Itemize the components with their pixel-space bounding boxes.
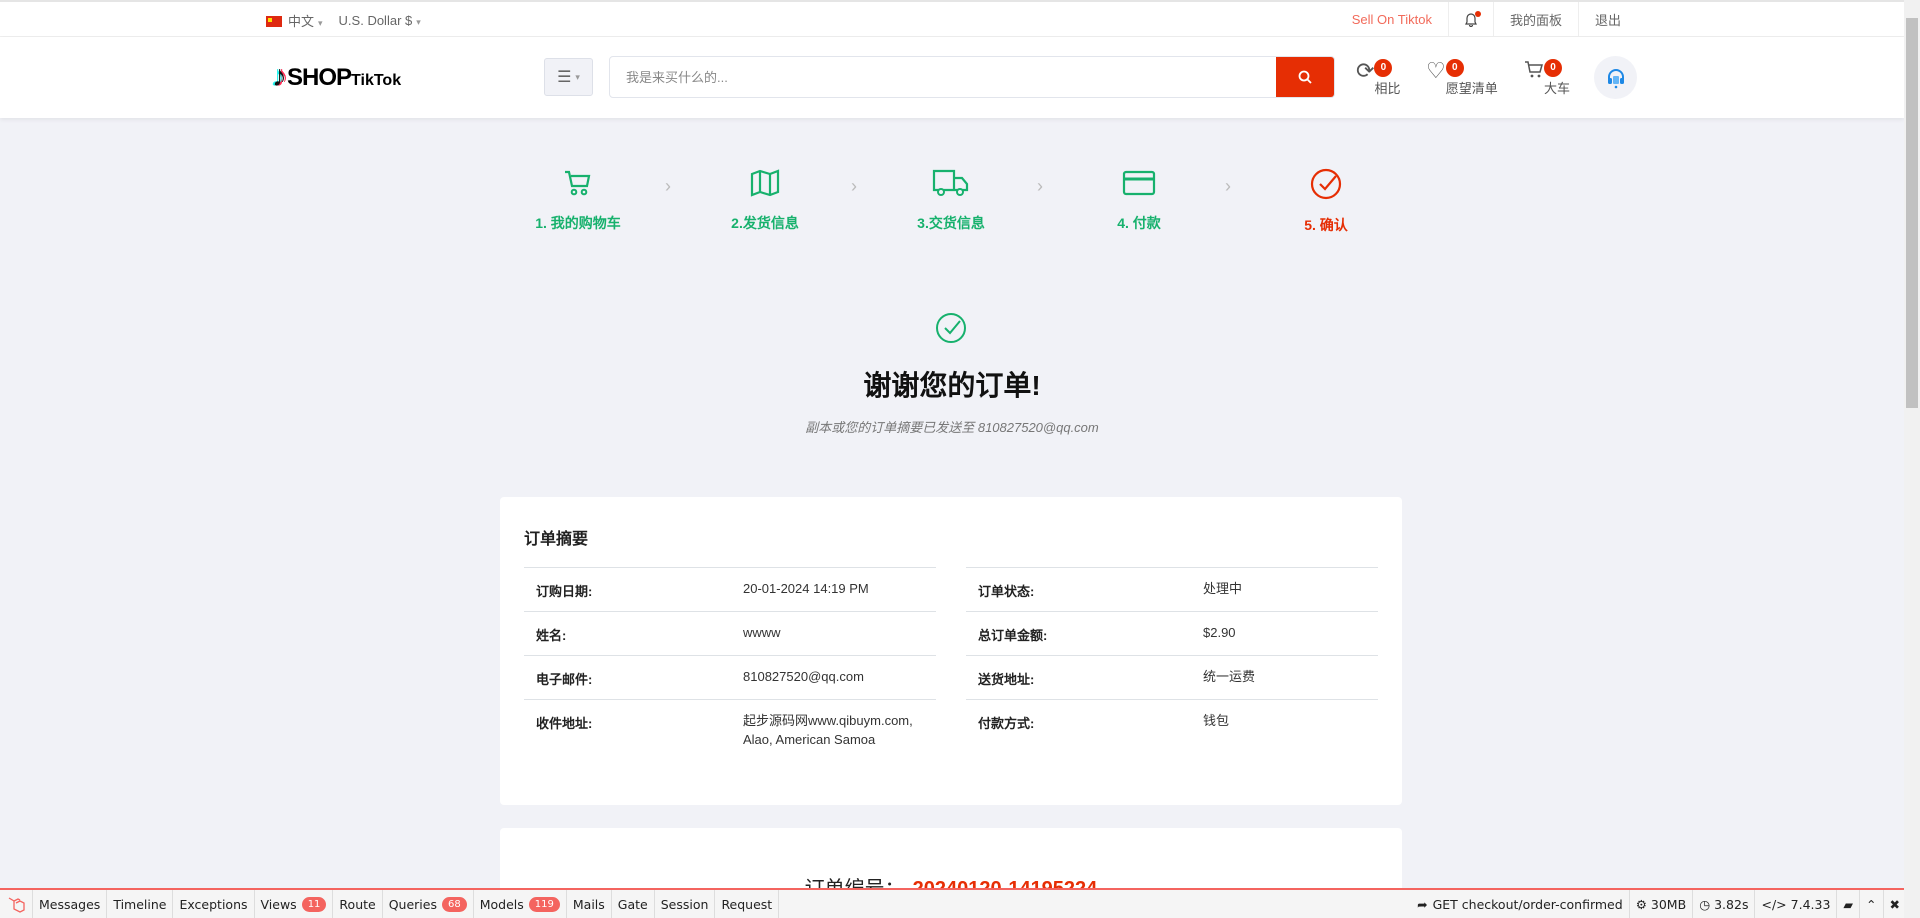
step-delivery-info: 3.交货信息 <box>871 168 1031 233</box>
count-badge: 68 <box>442 896 467 912</box>
wishlist-button[interactable]: ♡ 0 愿望清单 <box>1426 59 1498 97</box>
compare-button[interactable]: ⟳ 0 相比 <box>1356 59 1400 97</box>
order-summary-title: 订单摘要 <box>524 531 589 548</box>
dashboard-link[interactable]: 我的面板 <box>1492 2 1578 37</box>
cart-icon <box>565 170 591 196</box>
sell-link[interactable]: Sell On Tiktok <box>1336 2 1448 37</box>
heart-icon: ♡ <box>1426 58 1446 83</box>
header: ♪SHOPTikTok ☰▾ ⟳ 0相比 ♡ 0愿望清单 0大车 <box>0 37 1904 118</box>
open-folder-button[interactable]: ▰ <box>1837 890 1861 918</box>
search-icon <box>1298 70 1312 84</box>
clock-icon: ◷ <box>1699 896 1711 912</box>
debug-tab-timeline[interactable]: Timeline <box>107 890 174 918</box>
code-icon: </> <box>1761 896 1787 912</box>
page: 中文 ▾ U.S. Dollar $ ▾ Sell On Tiktok 我的面板 退… <box>0 0 1904 918</box>
tiktok-note-icon: ♪ <box>272 60 287 93</box>
language-selector[interactable]: 中文 ▾ <box>266 11 323 30</box>
chevron-right-icon: › <box>1225 176 1231 196</box>
scrollbar[interactable] <box>1904 0 1920 918</box>
table-row: 总订单金额: $2.90 <box>966 611 1378 655</box>
category-menu-button[interactable]: ☰ ▾ <box>544 58 593 96</box>
table-row: 电子邮件: 810827520@qq.com <box>524 655 936 699</box>
summary-table-right: 订单状态: 处理中 总订单金额: $2.90 送货地址: 统一运费 付款方式: 钱包 <box>966 567 1378 743</box>
support-button[interactable] <box>1594 56 1637 99</box>
logout-link[interactable]: 退出 <box>1577 2 1637 37</box>
laravel-logo-icon[interactable] <box>0 890 33 918</box>
count-badge: 11 <box>301 896 327 912</box>
chevron-down-icon: ▾ <box>416 17 421 27</box>
route-info[interactable]: ➦ GET checkout/order-confirmed <box>1411 890 1630 918</box>
time-info[interactable]: ◷ 3.82s <box>1693 890 1756 918</box>
cart-button[interactable]: 0 大车 <box>1524 59 1570 97</box>
php-version[interactable]: </> 7.4.33 <box>1755 890 1838 918</box>
step-shipping-info: 2.发货信息 <box>685 168 845 233</box>
chevron-right-icon: › <box>851 176 857 196</box>
maximize-button[interactable]: ⌃ <box>1860 890 1884 918</box>
map-icon <box>750 169 780 197</box>
card-icon <box>1122 170 1156 196</box>
debug-tab-session[interactable]: Session <box>655 890 716 918</box>
step-confirm: 5. 确认 <box>1246 168 1406 235</box>
menu-icon: ☰ <box>557 69 572 86</box>
thank-you-title: 谢谢您的订单! <box>863 370 1041 401</box>
search-input[interactable] <box>610 57 1260 97</box>
step-cart: 1. 我的购物车 <box>498 168 658 233</box>
close-icon: ✖ <box>1889 896 1900 912</box>
headset-icon <box>1607 68 1624 88</box>
chevron-right-icon: › <box>1037 176 1043 196</box>
debug-tab-queries[interactable]: Queries 68 <box>383 890 474 918</box>
table-row: 订购日期: 20-01-2024 14:19 PM <box>524 567 936 611</box>
cogs-icon: ⚙ <box>1635 896 1647 912</box>
step-payment: 4. 付款 <box>1059 168 1219 233</box>
chevron-up-icon: ⌃ <box>1866 896 1877 912</box>
check-circle-icon <box>1310 168 1342 200</box>
debug-tab-route[interactable]: Route <box>333 890 383 918</box>
summary-table-left: 订购日期: 20-01-2024 14:19 PM 姓名: wwww 电子邮件: 81… <box>524 567 936 749</box>
table-row: 送货地址: 统一运费 <box>966 655 1378 699</box>
truck-icon <box>932 169 969 196</box>
compare-icon: ⟳ <box>1356 58 1375 83</box>
debug-tab-views[interactable]: Views 11 <box>255 890 334 918</box>
search-bar <box>609 56 1335 98</box>
share-icon: ➦ <box>1417 896 1428 912</box>
confirmation-subtitle: 副本或您的订单摘要已发送至 810827520@qq.com <box>805 420 1099 435</box>
top-bar: 中文 ▾ U.S. Dollar $ ▾ Sell On Tiktok 我的面板 退… <box>0 0 1904 37</box>
cart-icon <box>1524 59 1544 84</box>
table-row: 订单状态: 处理中 <box>966 567 1378 611</box>
debug-tab-request[interactable]: Request <box>715 890 780 918</box>
chevron-down-icon: ▾ <box>318 18 323 28</box>
logo[interactable]: ♪ SHOP TikTok <box>272 62 401 92</box>
debug-bar: Messages Timeline Exceptions Views 11 Route Qu… <box>0 888 1920 918</box>
order-summary-card: 订单摘要 订购日期: 20-01-2024 14:19 PM 姓名: wwww 电子… <box>500 497 1402 805</box>
debug-tab-mails[interactable]: Mails <box>567 890 612 918</box>
table-row: 姓名: wwww <box>524 611 936 655</box>
table-row: 收件地址: 起步源码网www.qibuym.com, Alao, American… <box>524 699 936 749</box>
scrollbar-thumb[interactable] <box>1906 18 1918 408</box>
success-check-icon <box>936 313 966 343</box>
chevron-down-icon: ▾ <box>575 71 580 82</box>
china-flag-icon <box>266 16 282 27</box>
currency-selector[interactable]: U.S. Dollar $ ▾ <box>339 13 421 28</box>
folder-icon: ▰ <box>1843 896 1854 912</box>
debug-tab-messages[interactable]: Messages <box>33 890 108 918</box>
debug-tab-models[interactable]: Models 119 <box>474 890 567 918</box>
debug-tab-exceptions[interactable]: Exceptions <box>173 890 255 918</box>
chevron-right-icon: › <box>665 176 671 196</box>
count-badge: 119 <box>528 896 560 912</box>
table-row: 付款方式: 钱包 <box>966 699 1378 743</box>
notification-bell-icon[interactable] <box>1447 2 1493 37</box>
search-button[interactable] <box>1276 57 1334 97</box>
memory-info[interactable]: ⚙ 30MB <box>1630 890 1694 918</box>
debug-tab-gate[interactable]: Gate <box>612 890 655 918</box>
